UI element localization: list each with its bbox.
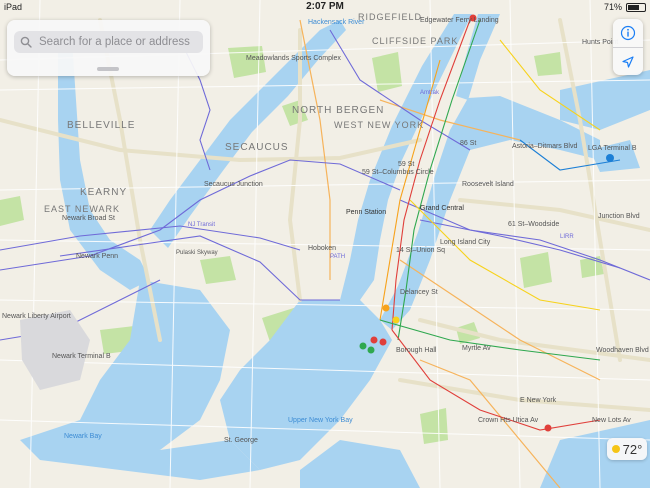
station-dot — [544, 424, 552, 432]
label-nj-transit: NJ Transit — [188, 222, 215, 228]
label-belleville: BELLEVILLE — [67, 120, 135, 131]
sun-icon — [611, 445, 620, 453]
label-junction-blvd: Junction Blvd — [598, 213, 640, 220]
weather-badge: 72° — [607, 438, 647, 460]
label-newark-terminal-b: Newark Terminal B — [52, 353, 111, 360]
battery-percent: 71% — [603, 2, 622, 12]
label-crown-heights: Crown Hts Utica Av — [478, 417, 539, 424]
info-button[interactable] — [613, 19, 643, 47]
search-card — [7, 20, 210, 76]
label-west-new-york: WEST NEW YORK — [334, 120, 424, 130]
map-controls — [613, 19, 643, 75]
label-delancey: Delancey St — [400, 289, 438, 296]
search-input[interactable] — [37, 35, 201, 49]
label-new-lots: New Lots Av — [592, 417, 631, 424]
label-upper-bay: Upper New York Bay — [288, 417, 353, 424]
label-lirr: LIRR — [560, 234, 574, 240]
label-east-newark: EAST NEWARK — [44, 204, 120, 214]
label-woodhaven: Woodhaven Blvd — [596, 347, 649, 354]
label-cliffside-park: CLIFFSIDE PARK — [372, 36, 458, 46]
station-dot — [359, 342, 367, 350]
label-lga-terminal: LGA Terminal B — [588, 145, 637, 152]
label-newark-bay: Newark Bay — [64, 433, 102, 440]
location-arrow-icon — [622, 56, 634, 68]
label-newark-broad-st: Newark Broad St — [62, 215, 115, 222]
label-borough-hall: Borough Hall — [396, 347, 437, 354]
info-icon — [620, 25, 636, 41]
label-hoboken: Hoboken — [308, 245, 336, 252]
label-kearny: KEARNY — [80, 187, 127, 198]
airport-bus-icon — [606, 154, 614, 162]
label-north-bergen: NORTH BERGEN — [292, 105, 384, 116]
label-59-st: 59 St — [398, 161, 414, 168]
label-newark-liberty: Newark Liberty Airport — [2, 313, 71, 320]
label-secaucus: SECAUCUS — [225, 142, 289, 153]
weather-temperature: 72° — [622, 441, 643, 457]
label-hackensack-river: Hackensack River — [308, 19, 365, 26]
status-time: 2:07 PM — [306, 1, 344, 12]
search-field[interactable] — [14, 31, 203, 53]
label-woodside: 61 St–Woodside — [508, 221, 559, 228]
station-dot — [392, 316, 400, 324]
label-path: PATH — [330, 254, 345, 260]
label-86-st: 86 St — [460, 140, 476, 147]
status-right: 71% — [604, 2, 646, 12]
station-dot — [379, 338, 387, 346]
label-meadowlands: Meadowlands Sports Complex — [246, 55, 341, 62]
label-st-george: St. George — [224, 437, 258, 444]
current-location-button[interactable] — [613, 48, 643, 76]
label-secaucus-junction: Secaucus Junction — [204, 181, 263, 188]
station-dot — [370, 336, 378, 344]
label-pulaski: Pulaski Skyway — [176, 250, 218, 256]
search-icon — [20, 36, 32, 48]
label-long-island-city: Long Island City — [440, 239, 491, 246]
label-amtrak: Amtrak — [420, 90, 440, 96]
label-roosevelt-island: Roosevelt Island — [462, 181, 514, 188]
station-dot — [367, 346, 375, 354]
label-e-new-york: E New York — [520, 397, 557, 404]
label-penn-station: Penn Station — [346, 209, 386, 216]
label-astoria: Astoria–Ditmars Blvd — [512, 143, 577, 150]
label-14-st: 14 St–Union Sq — [396, 247, 445, 254]
status-bar: iPad 2:07 PM 71% — [0, 0, 650, 14]
label-grand-central: Grand Central — [420, 205, 464, 212]
card-grabber-handle[interactable] — [97, 67, 119, 71]
label-edgewater: Edgewater Ferry Landing — [420, 17, 499, 24]
station-dot — [382, 304, 390, 312]
label-myrtle: Myrtle Av — [462, 345, 491, 352]
label-columbus-circle: 59 St–Columbus Circle — [362, 169, 434, 176]
battery-icon — [626, 2, 646, 12]
label-newark-penn: Newark Penn — [76, 253, 118, 260]
